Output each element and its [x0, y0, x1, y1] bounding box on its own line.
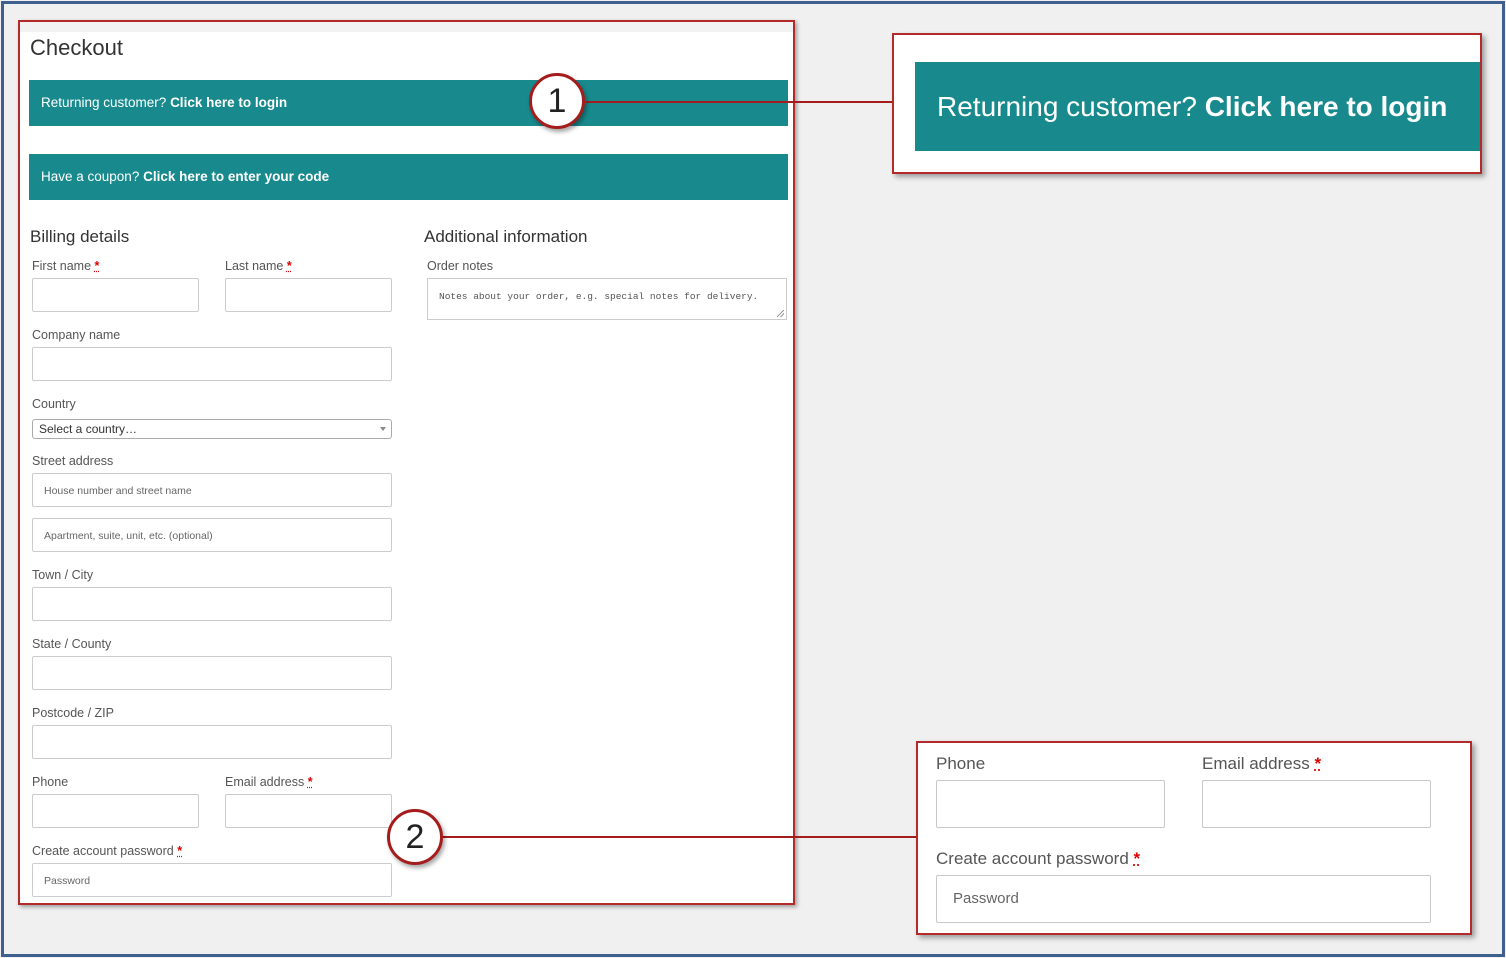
company-input[interactable] [32, 347, 392, 381]
coupon-link[interactable]: Click here to enter your code [143, 169, 329, 184]
zoom-returning-customer-notice[interactable]: Returning customer? Click here to login [915, 62, 1480, 151]
company-label: Company name [32, 328, 121, 342]
postcode-input[interactable] [32, 725, 392, 759]
required-marker: * [94, 259, 100, 273]
zoom-password-input[interactable]: Password [936, 875, 1431, 923]
resize-handle-icon[interactable] [777, 310, 784, 317]
password-label: Create account password * [32, 844, 183, 858]
password-input[interactable]: Password [32, 863, 392, 897]
required-marker: * [1314, 754, 1322, 773]
phone-input[interactable] [32, 794, 199, 828]
required-marker: * [1133, 849, 1141, 868]
additional-heading: Additional information [424, 227, 588, 246]
zoom-email-input[interactable] [1202, 780, 1431, 828]
first-name-input[interactable] [32, 278, 199, 312]
country-value: Select a country… [39, 422, 138, 436]
callout-1-connector [586, 101, 894, 103]
callout-2-connector [443, 836, 917, 838]
town-input[interactable] [32, 587, 392, 621]
zoom-phone-label: Phone [936, 754, 986, 773]
state-input[interactable] [32, 656, 392, 690]
country-label: Country [32, 397, 76, 411]
postcode-label: Postcode / ZIP [32, 706, 114, 720]
coupon-notice[interactable]: Have a coupon? Click here to enter your … [29, 154, 788, 200]
notice-prefix: Have a coupon? [41, 169, 144, 184]
street-input[interactable]: House number and street name [32, 473, 392, 507]
chevron-down-icon [380, 427, 386, 431]
callout-1-badge: 1 [529, 73, 585, 129]
zoom-login-link[interactable]: Click here to login [1205, 91, 1448, 122]
required-marker: * [177, 844, 183, 858]
notice-prefix: Returning customer? [41, 95, 171, 110]
email-label: Email address * [225, 775, 313, 789]
checkout-panel: Checkout Returning customer? Click here … [18, 20, 795, 905]
required-marker: * [307, 775, 313, 789]
zoom-notice-prefix: Returning customer? [937, 91, 1205, 122]
last-name-label: Last name * [225, 259, 292, 273]
zoom-password-label: Create account password * [936, 849, 1141, 868]
email-input[interactable] [225, 794, 392, 828]
page-title: Checkout [30, 35, 123, 60]
zoom-panel-login: Returning customer? Click here to login [892, 33, 1482, 174]
callout-2-badge: 2 [387, 809, 443, 865]
returning-customer-notice[interactable]: Returning customer? Click here to login [29, 80, 788, 126]
first-name-label: First name * [32, 259, 100, 273]
last-name-input[interactable] [225, 278, 392, 312]
billing-heading: Billing details [30, 227, 130, 246]
zoom-panel-account: Phone Email address * Create account pas… [916, 741, 1472, 935]
required-marker: * [286, 259, 292, 273]
zoom-email-label: Email address * [1202, 754, 1322, 773]
order-notes-textarea[interactable]: Notes about your order, e.g. special not… [427, 278, 787, 320]
top-band [20, 22, 793, 32]
country-select[interactable]: Select a country… [32, 419, 392, 439]
state-label: State / County [32, 637, 112, 651]
street-label: Street address [32, 454, 114, 468]
login-link[interactable]: Click here to login [170, 95, 287, 110]
apartment-input[interactable]: Apartment, suite, unit, etc. (optional) [32, 518, 392, 552]
town-label: Town / City [32, 568, 94, 582]
order-notes-placeholder: Notes about your order, e.g. special not… [439, 291, 759, 302]
order-notes-label: Order notes [427, 259, 494, 273]
phone-label: Phone [32, 775, 69, 789]
zoom-phone-input[interactable] [936, 780, 1165, 828]
